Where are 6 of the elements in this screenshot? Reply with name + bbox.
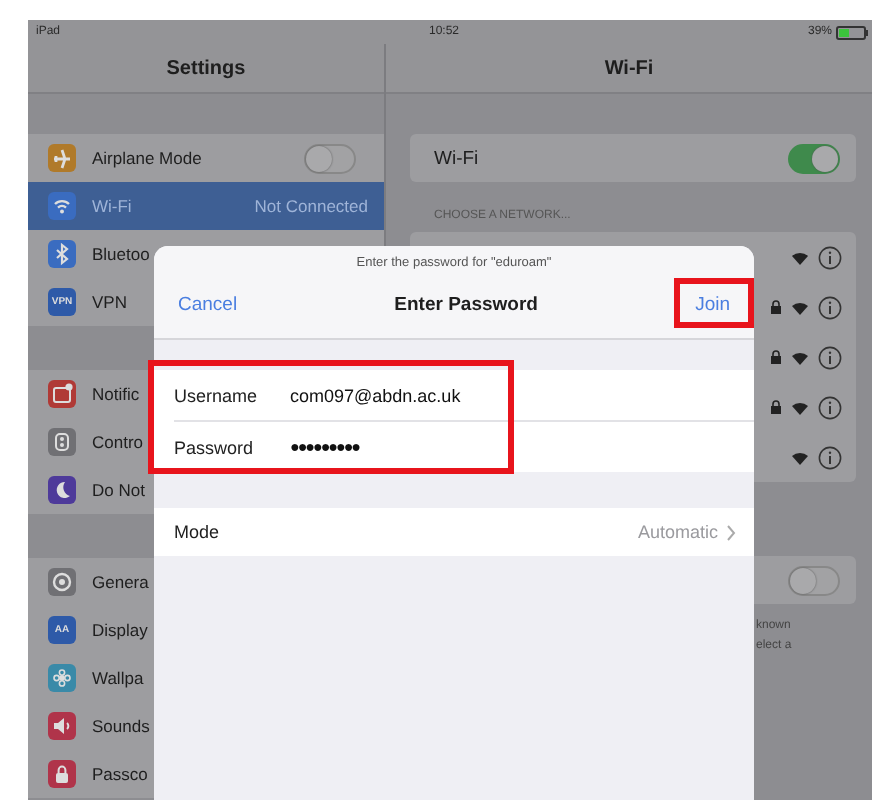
field-label: Password — [174, 437, 256, 457]
page-title: Wi-Fi — [386, 44, 872, 94]
wifi-setting-row: Wi-Fi — [410, 134, 856, 182]
field-label: Username — [174, 385, 260, 405]
dialog-title: Enter Password — [392, 293, 540, 315]
sidebar-title: Settings — [28, 44, 384, 94]
